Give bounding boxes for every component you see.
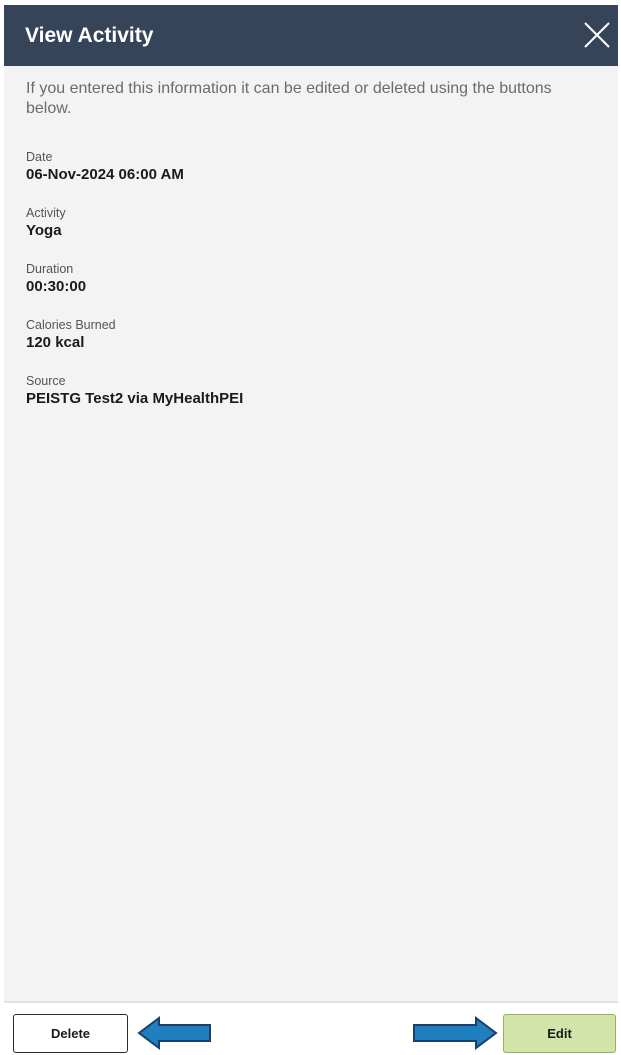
source-value: PEISTG Test2 via MyHealthPEI [26,390,244,407]
close-x-icon [584,22,610,48]
calories-field: Calories Burned 120 kcal [26,318,116,352]
edit-button[interactable]: Edit [503,1014,616,1053]
view-activity-dialog: View Activity If you entered this inform… [4,5,618,1001]
duration-label: Duration [26,262,74,276]
activity-label: Activity [26,206,66,220]
activity-field: Activity Yoga [26,206,66,240]
source-field: Source PEISTG Test2 via MyHealthPEI [26,374,243,408]
close-button[interactable] [582,20,612,50]
intro-text: If you entered this information it can b… [26,80,552,117]
footer-divider [4,1001,618,1003]
date-label: Date [26,150,53,164]
duration-field: Duration 00:30:00 [26,262,86,296]
date-field: Date 06-Nov-2024 06:00 AM [26,150,184,184]
dialog-header: View Activity [4,5,618,66]
activity-value: Yoga [26,222,62,239]
app-frame: View Activity If you entered this inform… [0,0,621,1055]
delete-button[interactable]: Delete [13,1014,128,1053]
source-label: Source [26,374,66,388]
dialog-title: View Activity [25,24,154,47]
calories-value: 120 kcal [26,334,85,351]
duration-value: 00:30:00 [26,278,87,295]
arrow-left-icon [137,1016,211,1050]
date-value: 06-Nov-2024 06:00 AM [26,166,184,183]
calories-label: Calories Burned [26,318,116,332]
arrow-right-icon [413,1016,498,1050]
